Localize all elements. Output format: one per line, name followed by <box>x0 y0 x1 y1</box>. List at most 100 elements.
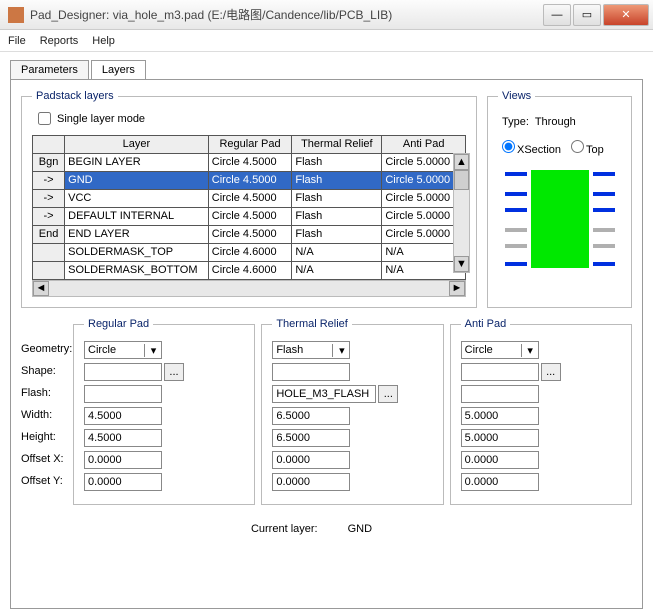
col-antipad[interactable]: Anti Pad <box>382 136 466 154</box>
lbl-width: Width: <box>21 404 73 426</box>
menu-file[interactable]: File <box>8 35 26 47</box>
table-cell[interactable]: Circle 4.5000 <box>208 190 292 208</box>
scroll-thumb[interactable] <box>454 170 469 190</box>
table-row[interactable]: ->GNDCircle 4.5000FlashCircle 5.0000 <box>33 172 466 190</box>
row-header[interactable]: -> <box>33 208 65 226</box>
single-layer-check-input[interactable] <box>38 112 51 125</box>
minimize-button[interactable]: — <box>543 4 571 26</box>
anti-flash-input[interactable] <box>461 385 539 403</box>
thermal-offsety-input[interactable]: 0.0000 <box>272 473 350 491</box>
table-row[interactable]: EndEND LAYERCircle 4.5000FlashCircle 5.0… <box>33 226 466 244</box>
hscroll-thumb[interactable] <box>49 281 449 296</box>
table-row[interactable]: BgnBEGIN LAYERCircle 4.5000FlashCircle 5… <box>33 154 466 172</box>
anti-shape-input[interactable] <box>461 363 539 381</box>
regular-offsetx-input[interactable]: 0.0000 <box>84 451 162 469</box>
lbl-offsetx: Offset X: <box>21 448 73 470</box>
lbl-shape: Shape: <box>21 360 73 382</box>
table-hscroll[interactable]: ◄ ► <box>32 280 466 297</box>
thermal-flash-browse[interactable]: ... <box>378 385 398 403</box>
padstack-legend: Padstack layers <box>32 90 118 102</box>
anti-geometry-select[interactable]: Circle▾ <box>461 341 539 359</box>
padstack-layers-group: Padstack layers Single layer mode Layer … <box>21 90 477 308</box>
radio-xsection[interactable]: XSection <box>502 140 561 156</box>
views-group: Views Type: Through XSection Top <box>487 90 632 308</box>
table-cell[interactable]: GND <box>65 172 209 190</box>
single-layer-checkbox[interactable]: Single layer mode <box>38 112 145 125</box>
row-header[interactable] <box>33 244 65 262</box>
scroll-right-icon[interactable]: ► <box>449 281 465 296</box>
regular-shape-input[interactable] <box>84 363 162 381</box>
col-regular[interactable]: Regular Pad <box>208 136 292 154</box>
regular-geometry-select[interactable]: Circle▾ <box>84 341 162 359</box>
anti-height-input[interactable]: 5.0000 <box>461 429 539 447</box>
lbl-flash: Flash: <box>21 382 73 404</box>
tab-parameters[interactable]: Parameters <box>10 60 89 79</box>
app-icon <box>8 7 24 23</box>
thermal-flash-input[interactable]: HOLE_M3_FLASH <box>272 385 376 403</box>
table-cell[interactable]: BEGIN LAYER <box>65 154 209 172</box>
table-cell[interactable]: SOLDERMASK_TOP <box>65 244 209 262</box>
anti-offsety-input[interactable]: 0.0000 <box>461 473 539 491</box>
regular-height-input[interactable]: 4.5000 <box>84 429 162 447</box>
table-cell[interactable]: Circle 4.5000 <box>208 172 292 190</box>
col-thermal[interactable]: Thermal Relief <box>292 136 382 154</box>
thermal-height-input[interactable]: 6.5000 <box>272 429 350 447</box>
scroll-down-icon[interactable]: ▼ <box>454 256 469 272</box>
table-cell[interactable]: Circle 4.5000 <box>208 154 292 172</box>
radio-top[interactable]: Top <box>571 140 604 156</box>
menu-help[interactable]: Help <box>92 35 115 47</box>
menubar: File Reports Help <box>0 30 653 52</box>
dropdown-icon: ▾ <box>144 344 158 357</box>
xsection-preview <box>501 166 619 271</box>
table-cell[interactable]: Circle 4.6000 <box>208 244 292 262</box>
table-cell[interactable]: Circle 4.5000 <box>208 208 292 226</box>
regular-shape-browse[interactable]: ... <box>164 363 184 381</box>
regular-width-input[interactable]: 4.5000 <box>84 407 162 425</box>
thermal-shape-input[interactable] <box>272 363 350 381</box>
maximize-button[interactable]: ▭ <box>573 4 601 26</box>
table-cell[interactable]: Flash <box>292 190 382 208</box>
tab-panel-layers: Padstack layers Single layer mode Layer … <box>10 79 643 609</box>
anti-offsetx-input[interactable]: 0.0000 <box>461 451 539 469</box>
anti-shape-browse[interactable]: ... <box>541 363 561 381</box>
table-cell[interactable]: Circle 4.5000 <box>208 226 292 244</box>
col-layer[interactable]: Layer <box>65 136 209 154</box>
table-row[interactable]: SOLDERMASK_BOTTOMCircle 4.6000N/AN/A <box>33 262 466 280</box>
current-layer-status: Current layer:GND <box>21 523 632 535</box>
thermal-width-input[interactable]: 6.5000 <box>272 407 350 425</box>
regular-offsety-input[interactable]: 0.0000 <box>84 473 162 491</box>
table-cell[interactable]: Flash <box>292 172 382 190</box>
table-cell[interactable]: Flash <box>292 154 382 172</box>
table-row[interactable]: ->VCCCircle 4.5000FlashCircle 5.0000 <box>33 190 466 208</box>
menu-reports[interactable]: Reports <box>40 35 79 47</box>
table-cell[interactable]: VCC <box>65 190 209 208</box>
row-header[interactable]: -> <box>33 190 65 208</box>
table-cell[interactable]: END LAYER <box>65 226 209 244</box>
thermal-geometry-select[interactable]: Flash▾ <box>272 341 350 359</box>
layers-table[interactable]: Layer Regular Pad Thermal Relief Anti Pa… <box>32 135 466 280</box>
table-row[interactable]: SOLDERMASK_TOPCircle 4.6000N/AN/A <box>33 244 466 262</box>
row-header[interactable]: End <box>33 226 65 244</box>
anti-width-input[interactable]: 5.0000 <box>461 407 539 425</box>
table-row[interactable]: ->DEFAULT INTERNALCircle 4.5000FlashCirc… <box>33 208 466 226</box>
scroll-left-icon[interactable]: ◄ <box>33 281 49 296</box>
table-cell[interactable]: DEFAULT INTERNAL <box>65 208 209 226</box>
table-cell[interactable]: N/A <box>292 244 382 262</box>
lbl-offsety: Offset Y: <box>21 470 73 492</box>
regular-flash-input[interactable] <box>84 385 162 403</box>
table-cell[interactable]: Flash <box>292 208 382 226</box>
row-header[interactable] <box>33 262 65 280</box>
tab-layers[interactable]: Layers <box>91 60 146 79</box>
row-header[interactable]: Bgn <box>33 154 65 172</box>
table-cell[interactable]: SOLDERMASK_BOTTOM <box>65 262 209 280</box>
close-button[interactable]: ✕ <box>603 4 649 26</box>
form-labels: Geometry: Shape: Flash: Width: Height: O… <box>21 316 73 513</box>
table-cell[interactable]: Circle 4.6000 <box>208 262 292 280</box>
scroll-up-icon[interactable]: ▲ <box>454 154 469 170</box>
table-cell[interactable]: Flash <box>292 226 382 244</box>
thermal-offsetx-input[interactable]: 0.0000 <box>272 451 350 469</box>
row-header[interactable]: -> <box>33 172 65 190</box>
table-vscroll[interactable]: ▲ ▼ <box>453 153 470 273</box>
lbl-height: Height: <box>21 426 73 448</box>
table-cell[interactable]: N/A <box>292 262 382 280</box>
